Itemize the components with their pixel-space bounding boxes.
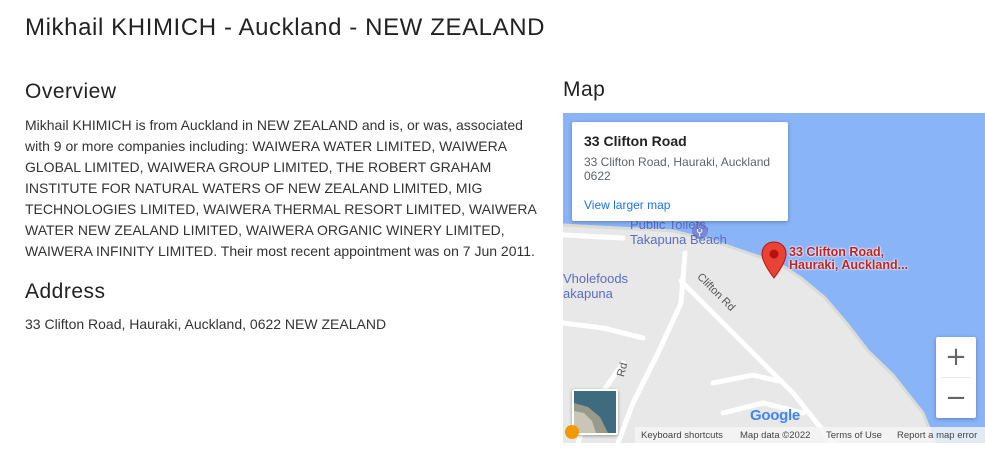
map-info-card: 33 Clifton Road 33 Clifton Road, Hauraki… — [572, 122, 788, 221]
map-marker-icon[interactable] — [761, 241, 787, 279]
zoom-in-button[interactable]: + — [936, 337, 976, 377]
poi-wholefoods-line2: akapuna — [563, 286, 613, 301]
google-logo: Google — [750, 407, 800, 424]
poi-wholefoods-line1: Vholefoods — [563, 271, 629, 286]
view-larger-map-link[interactable]: View larger map — [584, 198, 670, 212]
poi-public-toilets[interactable]: Public Toilets, Takapuna Beach — [630, 217, 727, 247]
report-map-error-link[interactable]: Report a map error — [897, 430, 977, 441]
address-text: 33 Clifton Road, Hauraki, Auckland, 0622… — [25, 316, 387, 332]
poi-toilets-line2: Takapuna Beach — [630, 232, 727, 247]
overview-heading: Overview — [25, 80, 117, 103]
terms-of-use-link[interactable]: Terms of Use — [826, 430, 882, 441]
map-footer: Keyboard shortcuts Map data ©2022 Terms … — [563, 427, 985, 443]
poi-wholefoods[interactable]: Vholefoods akapuna — [563, 271, 628, 301]
map-data-text: Map data ©2022 — [740, 430, 811, 441]
zoom-out-button[interactable]: − — [936, 378, 976, 418]
zoom-control: + − — [936, 337, 976, 418]
overview-text: Mikhail KHIMICH is from Auckland in NEW … — [25, 117, 537, 259]
marker-label-line2: Hauraki, Auckland... — [789, 258, 909, 272]
embedded-map[interactable]: ⚲ Public Toilets, Takapuna Beach Vholefo… — [563, 113, 985, 443]
info-card-address: 33 Clifton Road, Hauraki, Auckland 0622 — [584, 155, 771, 183]
map-heading: Map — [563, 78, 606, 101]
keyboard-shortcuts-link[interactable]: Keyboard shortcuts — [641, 430, 723, 441]
info-card-title: 33 Clifton Road — [584, 133, 687, 149]
address-heading: Address — [25, 280, 106, 303]
marker-label: 33 Clifton Road, Hauraki, Auckland... — [789, 246, 908, 272]
page-title: Mikhail KHIMICH - Auckland - NEW ZEALAND — [25, 14, 546, 41]
